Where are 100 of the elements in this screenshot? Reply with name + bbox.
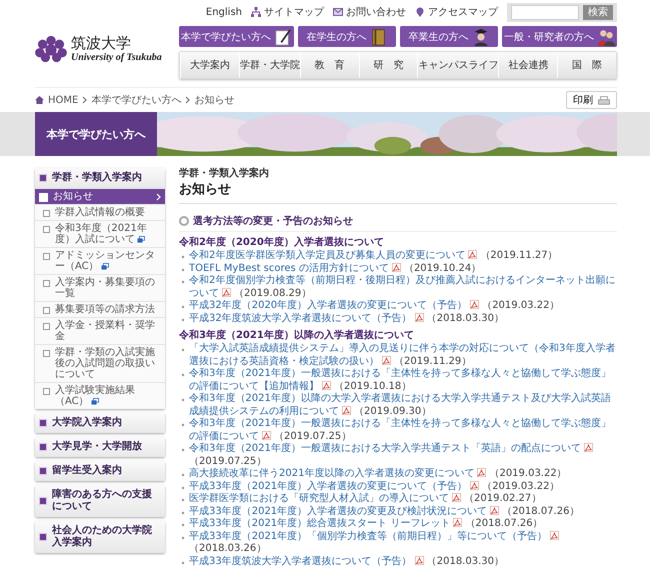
pdf-icon: [470, 300, 480, 309]
nav-tab[interactable]: 教 育: [300, 52, 359, 78]
notice-link[interactable]: 令和2年度個別学力検査等（前期日程・後期日程）及び推薦入試におけるインターネット出願について （2019.08.29）: [189, 275, 617, 300]
category-label: 学群・学類入学案内: [179, 168, 270, 179]
bullet-icon: [43, 226, 50, 233]
notice-link[interactable]: 「大学入試英語成績提供システム」導入の見送りに伴う本学の対応について（令和3年度入学者選抜における英語資格・検定試験の扱い） （2019.11.29）: [189, 343, 617, 368]
bullet-dot-icon: [181, 510, 185, 514]
bullet-dot-icon: [181, 498, 185, 502]
notice-link[interactable]: 高大接続改革に伴う2021年度以降の入学者選抜の変更について （2019.03.22）: [189, 468, 567, 480]
notice-link[interactable]: 令和3年度（2021年度）以降の大学入学者選抜における大学入学共通テスト及び大学入試英語成績提供システムの利用について （2019.09.30）: [189, 393, 617, 418]
utility-link[interactable]: アクセスマップ: [415, 5, 498, 19]
sidebar-item[interactable]: 入学金・授業料・奨学金: [35, 317, 165, 344]
chevron-icon: [156, 193, 161, 201]
notice-link[interactable]: 平成33年度（2021年度）「個別学力検査等（前期日程）」等について（予告） （2018.03.26）: [189, 530, 617, 556]
banner-title: 本学で学びたい方へ: [35, 112, 157, 156]
sidebar-heading[interactable]: 障害のある方への支援について: [35, 485, 165, 517]
notice-link[interactable]: 平成33年度（2021年度）入学者選抜の変更及び検討状況について （2018.07.26）: [189, 506, 580, 518]
pdf-icon: [477, 468, 486, 477]
home-icon: [35, 96, 44, 104]
sidebar-item-label: 学群入試情報の概要: [55, 207, 146, 218]
external-link-icon: [100, 262, 109, 270]
utility-link[interactable]: お問い合わせ: [333, 5, 406, 19]
pdf-icon: [414, 556, 424, 564]
circle-bullet-icon: [179, 216, 189, 226]
crest-icon: [35, 34, 67, 62]
notice-link[interactable]: 令和3年度（2021年度）一般選抜における大学入学共通テスト「英語」の配点について （2019.07.25）: [189, 443, 617, 468]
bullet-dot-icon: [181, 398, 185, 402]
sidebar-heading-label: 社会人のための大学院入学案内: [52, 525, 153, 549]
sidebar-item-label: 入学金・授業料・奨学金: [55, 320, 156, 342]
nav-tab[interactable]: 国 際: [557, 52, 616, 78]
notice-link[interactable]: 平成33年度筑波大学入学者選抜について（予告） （2018.03.30）: [189, 556, 504, 568]
notice-link[interactable]: 平成33年度（2021年度）総合選抜スタート リーフレット （2018.07.26）: [189, 518, 543, 530]
sidebar-item[interactable]: 令和3年度（2021年度）入試について: [35, 220, 165, 247]
notice-link[interactable]: 令和3年度（2021年度）一般選抜における「主体性を持って多様な人々と協働して学ぶ態度」の評価について （2019.07.25）: [189, 418, 617, 443]
sidebar-item[interactable]: 学群・学類の入試実施後の入試問題の取扱いについて: [35, 344, 165, 382]
chevron-icon: [82, 96, 88, 104]
nav-tab[interactable]: 研 究: [358, 52, 418, 78]
pdf-icon: [262, 430, 271, 440]
sidebar-item[interactable]: 入学案内・募集要項の一覧: [35, 274, 165, 301]
pdf-icon: [342, 406, 351, 414]
bullet-dot-icon: [181, 486, 185, 490]
nav-tab[interactable]: 大学案内: [180, 52, 239, 78]
sidebar-heading-label: 大学見学・大学開放: [52, 441, 142, 453]
nav-tab[interactable]: 社会連携: [498, 52, 558, 78]
print-button[interactable]: 印刷: [566, 91, 617, 109]
nav-tab[interactable]: キャンパスライフ: [417, 52, 498, 78]
breadcrumb-link[interactable]: HOME: [48, 94, 78, 106]
page-title: お知らせ: [179, 180, 617, 204]
notice-link[interactable]: 平成32年度筑波大学入学者選抜について（予告） （2018.03.30）: [189, 312, 504, 325]
map-pin-icon: [415, 7, 425, 17]
printer-icon: [598, 96, 610, 104]
sidebar-item-label: アドミッションセンター（AC）: [55, 250, 156, 272]
sidebar-heading[interactable]: 大学院入学案内: [35, 413, 165, 433]
sidebar-heading[interactable]: 大学見学・大学開放: [35, 437, 165, 457]
sidebar-heading[interactable]: 留学生受入案内: [35, 461, 165, 481]
pdf-icon: [470, 480, 480, 490]
square-bullet-icon: [39, 443, 47, 451]
notice-link[interactable]: 平成33年度（2021年度）入学者選抜の変更について（予告） （2019.03.22）: [189, 480, 560, 493]
nav-tab[interactable]: 学群・大学院: [238, 52, 300, 78]
sidebar-heading-label: 学群・学類入学案内: [52, 172, 142, 184]
audience-button[interactable]: 本学で学びたい方へ: [179, 26, 294, 47]
bullet-dot-icon: [181, 268, 185, 272]
book-icon: [370, 28, 388, 46]
mail-icon: [333, 7, 343, 17]
sidebar-item-label: 学群・学類の入試実施後の入試問題の取扱いについて: [55, 347, 156, 380]
square-bullet-icon: [39, 467, 47, 475]
sidebar-item[interactable]: 入学試験実施結果（AC）: [35, 382, 165, 409]
people-icon: [597, 28, 615, 46]
sidebar-heading[interactable]: 学群・学類入学案内: [35, 168, 165, 188]
notice-link[interactable]: 平成32年度（2020年度）入学者選抜の変更について（予告） （2019.03.22）: [189, 300, 560, 312]
external-link-icon: [90, 398, 99, 405]
breadcrumb-link[interactable]: 本学で学びたい方へ: [91, 93, 182, 107]
pdf-icon: [392, 262, 401, 272]
bullet-icon: [43, 210, 50, 217]
chevron-icon: [185, 96, 190, 104]
utility-link[interactable]: English: [206, 6, 242, 18]
logo-subtitle: University of Tsukuba: [71, 52, 162, 62]
bullet-dot-icon: [181, 255, 185, 259]
audience-button[interactable]: 一般・研究者の方へ: [502, 26, 617, 47]
bullet-icon: [43, 350, 50, 357]
sidebar-heading[interactable]: 社会人のための大学院入学案内: [35, 521, 165, 553]
notice-link[interactable]: 医学群医学類における「研究型人材入試」の導入について （2019.02.27）: [189, 493, 542, 506]
sidebar-item[interactable]: お知らせ: [35, 188, 165, 204]
sidebar-heading-label: 障害のある方への支援について: [52, 489, 153, 513]
utility-link[interactable]: サイトマップ: [251, 5, 324, 19]
sidebar-item[interactable]: 学群入試情報の概要: [35, 204, 165, 220]
search-field[interactable]: [511, 4, 579, 20]
sidebar-item[interactable]: 募集要項等の請求方法: [35, 301, 165, 317]
notice-link[interactable]: 令和3年度（2021年度）一般選抜における「主体性を持って多様な人々と協働して学ぶ態度」の評価について【追加情報】 （2019.10.18）: [189, 368, 617, 393]
notice-link[interactable]: 令和2年度医学群医学類入学定員及び募集人員の変更について （2019.11.27）: [189, 250, 558, 262]
sitemap-icon: [251, 7, 261, 17]
pdf-icon: [322, 380, 331, 390]
bullet-dot-icon: [181, 523, 185, 527]
pdf-icon: [550, 530, 560, 540]
sidebar-item[interactable]: アドミッションセンター（AC）: [35, 247, 165, 274]
sidebar-item-label: お知らせ: [53, 191, 94, 202]
audience-button[interactable]: 卒業生の方へ: [400, 26, 498, 47]
audience-button[interactable]: 在学生の方へ: [298, 26, 396, 47]
sidebar-item-label: 募集要項等の請求方法: [55, 304, 156, 315]
notice-link[interactable]: TOEFL MyBest scores の活用方針について （2019.10.24）: [189, 262, 482, 275]
